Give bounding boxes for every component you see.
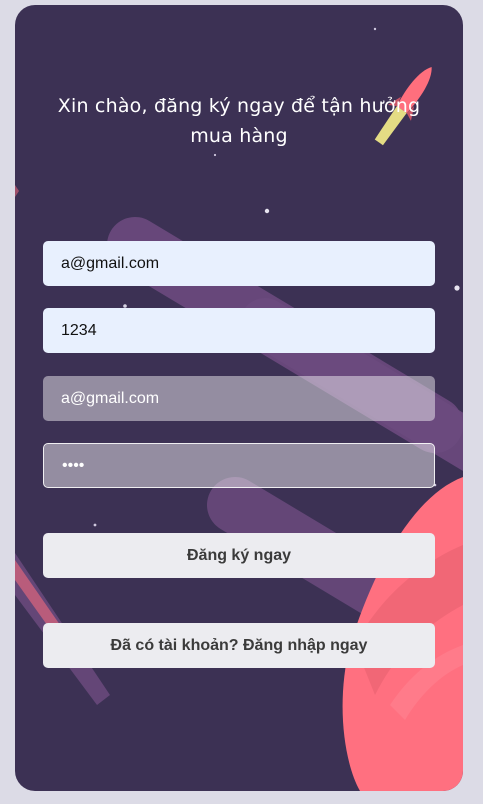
confirm-password-input[interactable]: •••• <box>43 443 435 488</box>
star <box>93 523 97 527</box>
email-input[interactable]: a@gmail.com <box>43 241 435 286</box>
page-title: Xin chào, đăng ký ngay để tận hưởng mua … <box>57 95 421 147</box>
star <box>454 285 460 291</box>
star <box>373 27 377 31</box>
password-input[interactable]: 1234 <box>43 308 435 353</box>
login-link-button[interactable]: Đã có tài khoản? Đăng nhập ngay <box>43 623 435 668</box>
confirm-email-input[interactable]: a@gmail.com <box>43 376 435 421</box>
star <box>213 153 217 157</box>
register-card: Xin chào, đăng ký ngay để tận hưởng mua … <box>15 5 463 791</box>
register-button[interactable]: Đăng ký ngay <box>43 533 435 578</box>
star <box>264 208 270 214</box>
